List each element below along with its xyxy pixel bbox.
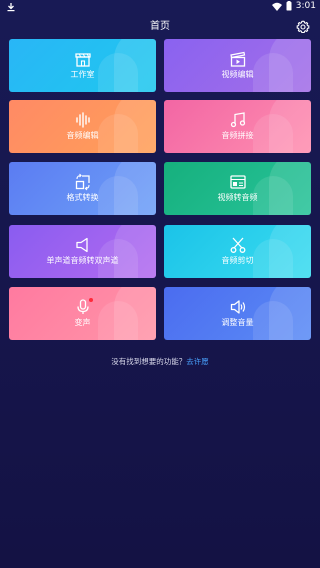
scissors-icon bbox=[230, 237, 245, 253]
convert-icon bbox=[75, 173, 90, 191]
card-label: 视频编辑 bbox=[221, 70, 254, 79]
card-adjust-volume[interactable]: 调整音量 bbox=[164, 287, 311, 340]
download-icon bbox=[7, 3, 15, 12]
studio-icon bbox=[74, 53, 91, 67]
status-bar: 3:01 bbox=[0, 0, 320, 14]
card-label: 音频编辑 bbox=[66, 131, 99, 140]
page-title: 首页 bbox=[150, 21, 170, 32]
card-audio-edit[interactable]: 音频编辑 bbox=[9, 100, 156, 153]
settings-icon[interactable] bbox=[296, 20, 310, 34]
video-to-audio-icon bbox=[229, 175, 246, 189]
card-video-edit[interactable]: 视频编辑 bbox=[164, 39, 311, 92]
music-note-icon bbox=[230, 112, 245, 128]
card-label: 音频剪切 bbox=[221, 256, 254, 265]
speaker-icon bbox=[75, 237, 88, 253]
card-label: 音频拼接 bbox=[221, 131, 254, 140]
card-voice-change[interactable]: 变声 bbox=[9, 287, 156, 340]
card-label: 视频转音频 bbox=[217, 193, 258, 202]
status-time: 3:01 bbox=[295, 1, 316, 11]
card-label: 工作室 bbox=[70, 70, 95, 79]
card-format-convert[interactable]: 格式转换 bbox=[9, 162, 156, 215]
feedback-line: 没有找到想要的功能？去许愿 bbox=[0, 356, 320, 367]
card-video-to-audio[interactable]: 视频转音频 bbox=[164, 162, 311, 215]
wifi-icon bbox=[271, 2, 282, 11]
card-label: 调整音量 bbox=[221, 318, 254, 327]
new-badge-dot bbox=[89, 298, 93, 302]
waveform-icon bbox=[75, 112, 90, 128]
card-studio[interactable]: 工作室 bbox=[9, 39, 156, 92]
make-wish-link[interactable]: 去许愿 bbox=[186, 357, 209, 366]
feedback-text: 没有找到想要的功能？ bbox=[111, 357, 187, 366]
battery-icon bbox=[286, 1, 292, 11]
card-label: 格式转换 bbox=[66, 193, 99, 202]
card-audio-cut[interactable]: 音频剪切 bbox=[164, 225, 311, 278]
clapperboard-icon bbox=[229, 51, 245, 67]
card-mono-to-stereo[interactable]: 单声道音频转双声道 bbox=[9, 225, 156, 278]
app-header: 首页 bbox=[0, 18, 320, 36]
card-label: 单声道音频转双声道 bbox=[46, 256, 119, 265]
volume-icon bbox=[230, 300, 245, 314]
card-audio-join[interactable]: 音频拼接 bbox=[164, 100, 311, 153]
card-label: 变声 bbox=[74, 318, 91, 327]
